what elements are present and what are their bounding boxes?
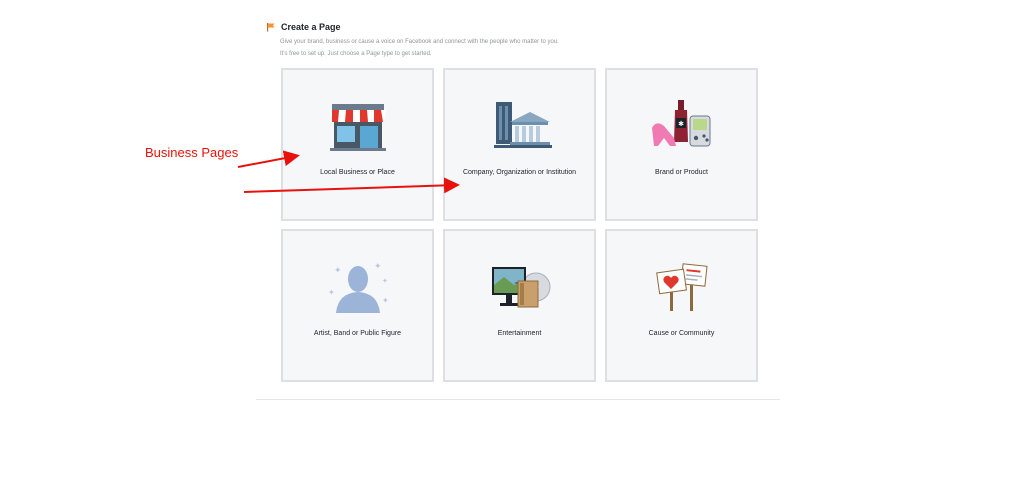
svg-text:✦: ✦ (382, 296, 389, 305)
tile-artist-public-figure[interactable]: ✦ ✦ ✦ ✦ ✦ Artist, Band or Public Figure (281, 229, 434, 382)
tile-label: Entertainment (497, 330, 542, 337)
protest-signs-icon (655, 263, 708, 311)
svg-text:✦: ✦ (328, 288, 335, 297)
subtitle-line-1: Give your brand, business or cause a voi… (280, 39, 559, 45)
subtitle-line-2: It's free to set up. Just choose a Page … (280, 51, 432, 57)
tile-brand-product[interactable]: ✱ Brand or Product (605, 68, 758, 221)
products-icon: ✱ (651, 100, 710, 147)
silhouette-icon: ✦ ✦ ✦ ✦ ✦ (328, 262, 389, 313)
tile-company-organization[interactable]: Company, Organization or Institution (443, 68, 596, 221)
svg-text:✦: ✦ (374, 262, 382, 272)
footer-divider (256, 399, 780, 400)
tile-label: Company, Organization or Institution (462, 169, 577, 176)
tile-entertainment[interactable]: Entertainment (443, 229, 596, 382)
tile-cause-community[interactable]: Cause or Community (605, 229, 758, 382)
tile-label: Cause or Community (648, 330, 715, 337)
storefront-icon (329, 104, 386, 151)
tile-local-business[interactable]: Local Business or Place (281, 68, 434, 221)
flag-icon (267, 23, 275, 32)
page-header: Create a Page (266, 22, 341, 32)
office-buildings-icon (493, 102, 552, 148)
annotation-label: Business Pages (145, 145, 239, 160)
tile-label: Artist, Band or Public Figure (313, 330, 402, 337)
tile-label: Local Business or Place (320, 169, 395, 176)
tile-label: Brand or Product (655, 169, 708, 176)
svg-text:✦: ✦ (382, 277, 388, 285)
svg-text:✱: ✱ (678, 120, 684, 128)
page-type-grid: Local Business or Place Company, Organiz… (281, 68, 758, 382)
svg-text:✦: ✦ (334, 266, 342, 276)
page-title: Create a Page (281, 22, 341, 32)
media-icon (491, 267, 550, 308)
